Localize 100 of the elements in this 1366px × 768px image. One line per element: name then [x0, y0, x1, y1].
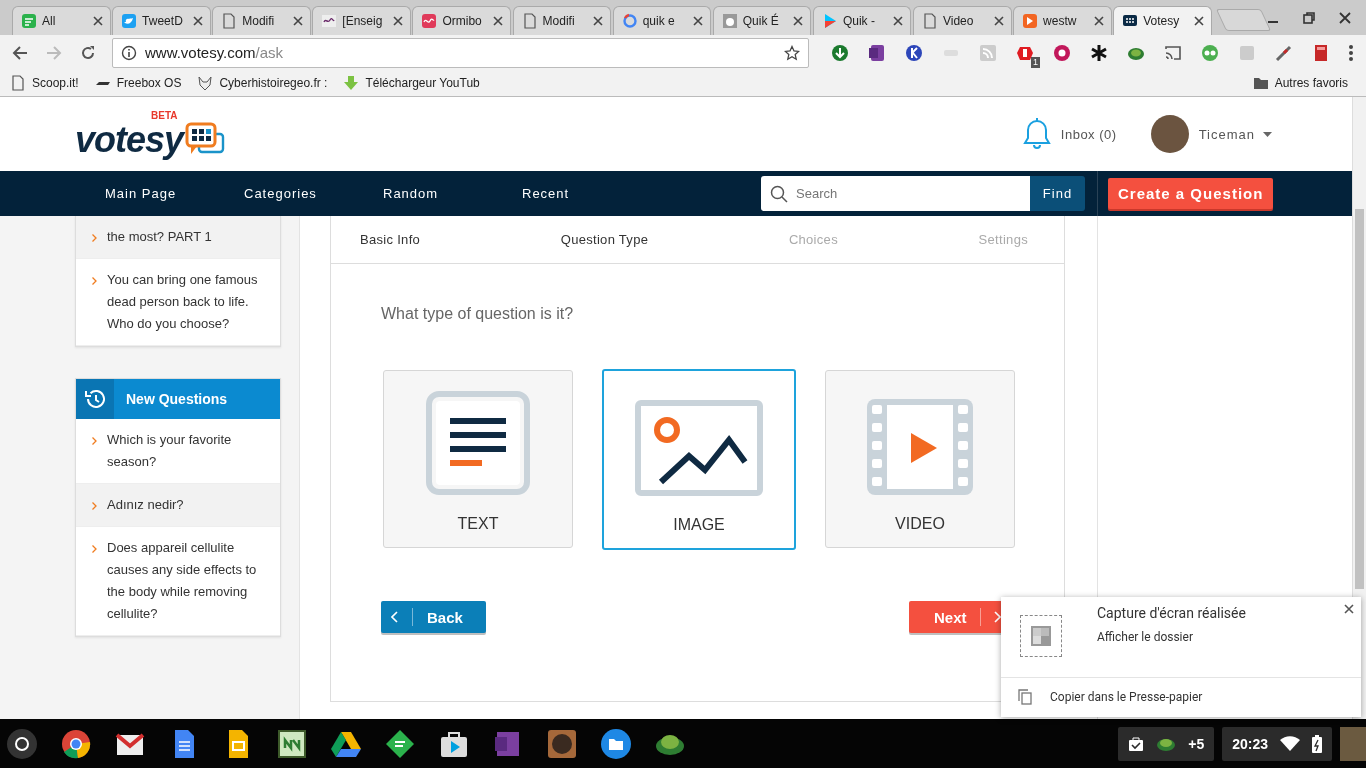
document-lines-icon [426, 391, 530, 495]
folder-icon[interactable] [600, 728, 632, 760]
bookmark-link[interactable]: Scoop.it! [10, 75, 79, 91]
image-icon [321, 13, 338, 29]
film-strip-icon [867, 399, 973, 495]
eyes-icon[interactable] [1201, 43, 1219, 62]
notebook-icon[interactable] [868, 43, 886, 62]
close-icon[interactable] [1343, 603, 1355, 615]
arrows-icon[interactable] [276, 728, 308, 760]
user-name[interactable]: Ticeman [1198, 126, 1255, 142]
star-icon[interactable] [784, 44, 800, 61]
back-icon[interactable] [12, 44, 28, 61]
browser-tab[interactable]: [Enseig [312, 6, 411, 35]
votesy-logo[interactable]: votesy BETA [75, 110, 226, 158]
cast-icon[interactable] [1164, 43, 1182, 62]
browser-tab[interactable]: Quik - [812, 6, 912, 35]
download-icon[interactable] [831, 43, 849, 62]
step-label: Settings [978, 232, 1028, 247]
image-preview-icon [1031, 626, 1051, 646]
user-avatar[interactable] [1150, 115, 1189, 153]
close-icon[interactable] [592, 15, 605, 27]
fox-icon [197, 75, 214, 91]
pen-icon[interactable] [1275, 43, 1293, 62]
back-button[interactable]: Back [381, 601, 486, 633]
asterisk-icon[interactable] [1090, 43, 1108, 62]
show-folder-link[interactable]: Afficher le dossier [1097, 630, 1246, 644]
browser-icon[interactable] [60, 728, 92, 760]
browser-tab[interactable]: Ormibo [412, 6, 512, 35]
browser-tab[interactable]: westw [1013, 6, 1112, 35]
copy-to-clipboard-action[interactable]: Copier dans le Presse-papier [1001, 678, 1361, 716]
inbox-link[interactable]: Inbox (0) [1060, 126, 1117, 142]
question-link[interactable]: the most? PART 1 [76, 216, 280, 259]
question-link[interactable]: Adınız nedir? [76, 484, 280, 527]
shutter-icon[interactable] [1053, 43, 1071, 62]
bookmark-link[interactable]: Téléchargeur YouTub [343, 75, 480, 91]
caret-icon[interactable] [1263, 131, 1272, 137]
bookmark-link[interactable]: Freebox OS [94, 76, 182, 90]
menu-icon[interactable] [1348, 43, 1354, 62]
bookmarks-folder[interactable]: Autres favoris [1252, 75, 1348, 91]
copy-icon [1018, 689, 1032, 705]
nav-link[interactable]: Recent [522, 186, 661, 201]
question-type-option[interactable]: IMAGE [602, 369, 796, 550]
close-icon[interactable] [492, 15, 505, 27]
download-arrow-icon [343, 75, 360, 91]
close-icon[interactable] [992, 15, 1005, 27]
close-icon[interactable] [91, 15, 104, 27]
wifi-icon [1280, 736, 1300, 752]
folder-icon [1252, 75, 1269, 91]
search-input[interactable]: Search [794, 185, 998, 202]
browser-tab[interactable]: Votesy [1113, 6, 1212, 35]
find-button[interactable]: Find [1030, 176, 1085, 211]
nav-link[interactable]: Categories [244, 186, 383, 201]
panel-title: New Questions [126, 391, 228, 407]
address-bar[interactable]: www.votesy.com/ask [112, 37, 809, 68]
notification-title: Capture d'écran réalisée [1097, 605, 1246, 621]
close-icon[interactable] [1192, 15, 1205, 27]
browser-tab[interactable]: All [12, 6, 111, 35]
question-link[interactable]: Does appareil cellulite causes any side effects to the body while removing cellulite? [76, 527, 280, 636]
question-prompt: What type of question is it? [381, 305, 575, 323]
close-icon[interactable] [792, 15, 805, 27]
chevron-icon [92, 437, 97, 445]
page-icon [922, 13, 938, 29]
feed-icon [21, 13, 37, 29]
browser-tab[interactable]: Video [913, 6, 1012, 35]
close-icon[interactable] [1092, 15, 1105, 27]
close-icon[interactable] [191, 15, 204, 27]
close-icon[interactable] [291, 15, 304, 27]
info-icon [121, 44, 137, 61]
circle-icon[interactable] [905, 43, 923, 62]
close-icon[interactable] [692, 15, 705, 27]
browser-tab[interactable]: Quik É [712, 6, 812, 35]
close-icon[interactable] [391, 15, 404, 27]
question-link[interactable]: You can bring one famous dead person back to life. Who do you choose? [76, 259, 280, 346]
grid-icon [1122, 13, 1139, 29]
chevron-left-icon [391, 611, 398, 623]
page-icon [221, 13, 238, 29]
apple-icon [721, 13, 738, 29]
browser-tab[interactable]: TweetD [112, 6, 211, 35]
question-type-option[interactable]: TEXT [383, 370, 573, 548]
status-tray[interactable]: +5 [1118, 727, 1215, 761]
system-tray[interactable]: 20:23 [1222, 727, 1332, 761]
bell-icon[interactable] [1022, 118, 1051, 150]
nav-link[interactable]: Main Page [105, 186, 244, 201]
search-field[interactable]: Search [761, 176, 1030, 211]
beta-label: BETA [151, 110, 178, 121]
launcher-icon[interactable] [6, 728, 38, 760]
close-icon[interactable] [1338, 10, 1353, 25]
feed-icon[interactable] [384, 728, 416, 760]
browser-tab[interactable]: Modifi [512, 6, 612, 35]
book-icon[interactable] [1312, 43, 1330, 62]
browser-tab[interactable]: quik e [612, 6, 712, 35]
chevron-icon [92, 234, 97, 242]
question-type-option[interactable]: VIDEO [825, 370, 1015, 548]
bookmark-link[interactable]: Cyberhistoiregeo.fr : [197, 75, 328, 91]
nav-link[interactable]: Random [383, 186, 522, 201]
portrait-block-icon[interactable] [546, 728, 578, 760]
close-icon[interactable] [892, 15, 905, 27]
restore-icon[interactable] [1302, 10, 1317, 25]
browser-tab[interactable]: Modifi [212, 6, 311, 35]
reload-icon[interactable] [80, 44, 96, 61]
